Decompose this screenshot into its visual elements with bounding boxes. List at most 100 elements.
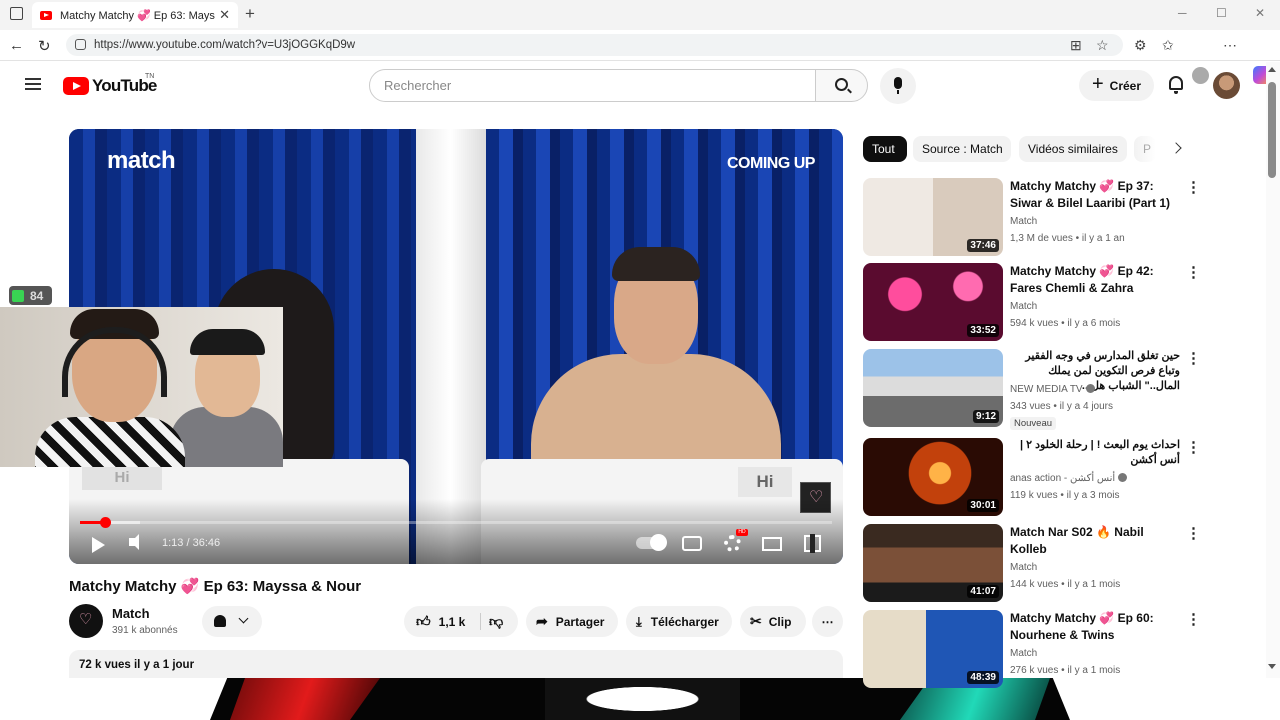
more-options-icon[interactable] xyxy=(1186,263,1201,281)
create-button[interactable]: + Créer xyxy=(1079,70,1154,101)
youtube-logo[interactable]: YouTube TN xyxy=(63,73,157,96)
more-options-icon[interactable] xyxy=(1186,610,1201,628)
recommendation-title[interactable]: Match Nar S02 🔥 Nabil Kolleb xyxy=(1010,524,1180,557)
recommendation-title[interactable]: Matchy Matchy 💞 Ep 42: Fares Chemli & Za… xyxy=(1010,263,1180,296)
recommendation-channel[interactable]: Match xyxy=(1010,648,1037,659)
app-available-icon[interactable]: ⊞ xyxy=(1070,37,1082,54)
recommendation-title[interactable]: Matchy Matchy 💞 Ep 37: Siwar & Bilel Laa… xyxy=(1010,178,1180,211)
more-options-icon[interactable] xyxy=(1186,438,1201,456)
dislike-icon[interactable]: 👎︎ xyxy=(489,613,503,630)
chevron-down-icon xyxy=(238,613,249,624)
recommendation-item[interactable]: 33:52 Matchy Matchy 💞 Ep 42: Fares Chemli… xyxy=(863,263,1203,343)
favorites-icon[interactable]: ✩ xyxy=(1162,37,1174,54)
extension-icon[interactable]: ⚙ xyxy=(1134,37,1147,54)
recommendation-channel[interactable]: Match xyxy=(1010,216,1037,227)
download-button[interactable]: ⤓ Télécharger xyxy=(626,606,732,637)
youtube-logo-icon xyxy=(63,77,89,95)
recommendation-item[interactable]: 48:39 Matchy Matchy 💞 Ep 60: Nourhene & T… xyxy=(863,610,1203,690)
duration-badge: 9:12 xyxy=(972,410,999,423)
recommendation-thumbnail[interactable]: 9:12 xyxy=(863,349,1003,427)
scroll-down-arrow-icon[interactable] xyxy=(1268,664,1276,669)
recommendation-thumbnail[interactable]: 30:01 xyxy=(863,438,1003,516)
more-actions-button[interactable]: ⋯ xyxy=(812,606,843,637)
recommendation-channel[interactable]: Match xyxy=(1010,562,1037,573)
youtube-favicon-icon xyxy=(40,10,52,20)
clip-button[interactable]: ✂ Clip xyxy=(740,606,806,637)
recommendation-channel[interactable]: Match xyxy=(1010,301,1037,312)
recommendation-item[interactable]: 30:01 احداث يوم البعث ! | رحلة الخلود ٢ |… xyxy=(863,438,1203,518)
like-icon[interactable]: 👍︎ xyxy=(416,613,431,630)
share-button[interactable]: ➦ Partager xyxy=(526,606,618,637)
tab-close-icon[interactable]: ✕ xyxy=(219,7,230,23)
chip-1[interactable]: Source : Match xyxy=(913,136,1011,162)
account-avatar[interactable] xyxy=(1213,72,1240,99)
profile-icon[interactable] xyxy=(1192,67,1209,84)
settings-menu-icon[interactable]: ⋯ xyxy=(1223,37,1237,54)
country-code: TN xyxy=(145,73,155,80)
site-info-icon[interactable] xyxy=(75,39,86,50)
play-icon[interactable] xyxy=(92,537,105,553)
refresh-icon[interactable]: ↻ xyxy=(38,37,51,55)
subscription-notifications-button[interactable] xyxy=(202,606,262,637)
time-display: 1:13 / 36:46 xyxy=(162,537,221,549)
more-options-icon[interactable] xyxy=(1186,178,1201,196)
recommendation-thumbnail[interactable]: 41:07 xyxy=(863,524,1003,602)
settings-gear-icon[interactable] xyxy=(724,535,741,552)
address-bar[interactable]: https://www.youtube.com/watch?v=U3jOGGKq… xyxy=(66,34,1123,56)
chevron-right-icon[interactable] xyxy=(1170,142,1182,154)
recommendation-channel[interactable]: anas action - أنس أكشن xyxy=(1010,473,1128,484)
more-options-icon[interactable] xyxy=(1186,524,1201,542)
recommendation-item[interactable]: 9:12 حين تغلق المدارس في وجه الفقير وتباع… xyxy=(863,349,1203,430)
channel-name[interactable]: Match xyxy=(112,606,150,621)
more-options-icon[interactable] xyxy=(1186,349,1201,367)
recommendation-title[interactable]: Matchy Matchy 💞 Ep 60: Nourhene & Twins xyxy=(1010,610,1180,643)
video-title-prefix: Matchy Matchy xyxy=(69,578,177,595)
like-count[interactable]: 1,1 k xyxy=(439,615,466,629)
search-input[interactable]: Rechercher xyxy=(369,69,816,102)
browser-tab[interactable]: Matchy Matchy 💞 Ep 63: Mayssa ✕ xyxy=(32,2,238,28)
voice-search-button[interactable] xyxy=(880,68,916,104)
recommendation-channel-name: Match xyxy=(1010,301,1038,312)
window-close-button[interactable]: ✕ xyxy=(1255,6,1265,20)
recommendation-thumbnail[interactable]: 33:52 xyxy=(863,263,1003,341)
notifications-bell-icon[interactable] xyxy=(1169,76,1183,94)
recommendation-item[interactable]: 41:07 Match Nar S02 🔥 Nabil Kolleb Match 14… xyxy=(863,524,1203,604)
chip-0[interactable]: Tout xyxy=(863,136,907,162)
tab-title: Matchy Matchy 💞 Ep 63: Mayssa xyxy=(60,9,216,22)
recommendation-channel[interactable]: NEW MEDIA TV xyxy=(1010,384,1095,395)
duration-badge: 41:07 xyxy=(967,585,999,598)
url-text: https://www.youtube.com/watch?v=U3jOGGKq… xyxy=(94,39,356,51)
recommendation-item[interactable]: 37:46 Matchy Matchy 💞 Ep 37: Siwar & Bile… xyxy=(863,178,1203,258)
channel-avatar[interactable] xyxy=(69,604,103,638)
recommendation-thumbnail[interactable]: 37:46 xyxy=(863,178,1003,256)
microphone-icon xyxy=(894,77,902,94)
chip-2[interactable]: Vidéos similaires xyxy=(1019,136,1127,162)
new-tab-button[interactable]: + xyxy=(245,4,255,24)
search-button[interactable] xyxy=(815,69,868,102)
minimize-button[interactable]: ─ xyxy=(1178,6,1187,20)
fullscreen-icon[interactable] xyxy=(804,534,821,553)
scroll-up-arrow-icon[interactable] xyxy=(1268,67,1276,72)
volume-icon[interactable] xyxy=(129,534,139,550)
subtitles-icon[interactable] xyxy=(682,536,702,551)
maximize-button[interactable]: ☐ xyxy=(1216,6,1227,20)
webcam-person-1-body xyxy=(35,417,185,467)
progress-bar[interactable] xyxy=(80,517,832,528)
bell-icon xyxy=(214,615,226,627)
favorite-star-icon[interactable]: ☆ xyxy=(1096,37,1109,54)
video-person-right-hair xyxy=(612,247,700,281)
recommendation-meta: 1,3 M de vues • il y a 1 an xyxy=(1010,233,1125,244)
chip-3[interactable]: P xyxy=(1134,136,1156,162)
recommendation-meta: 594 k vues • il y a 6 mois xyxy=(1010,318,1121,329)
menu-icon[interactable] xyxy=(25,78,41,90)
recommendation-meta: 144 k vues • il y a 1 mois xyxy=(1010,579,1121,590)
tab-actions-icon[interactable] xyxy=(10,7,23,20)
theater-mode-icon[interactable] xyxy=(762,537,782,551)
scrollbar-thumb[interactable] xyxy=(1268,82,1276,178)
autoplay-toggle[interactable] xyxy=(636,534,667,551)
verified-check-icon xyxy=(1118,473,1128,482)
recommendation-thumbnail[interactable]: 48:39 xyxy=(863,610,1003,688)
progress-scrubber[interactable] xyxy=(99,517,111,528)
back-icon[interactable]: ← xyxy=(9,37,24,54)
recommendation-title[interactable]: احداث يوم البعث ! | رحلة الخلود ٢ | أنس … xyxy=(1010,438,1180,468)
